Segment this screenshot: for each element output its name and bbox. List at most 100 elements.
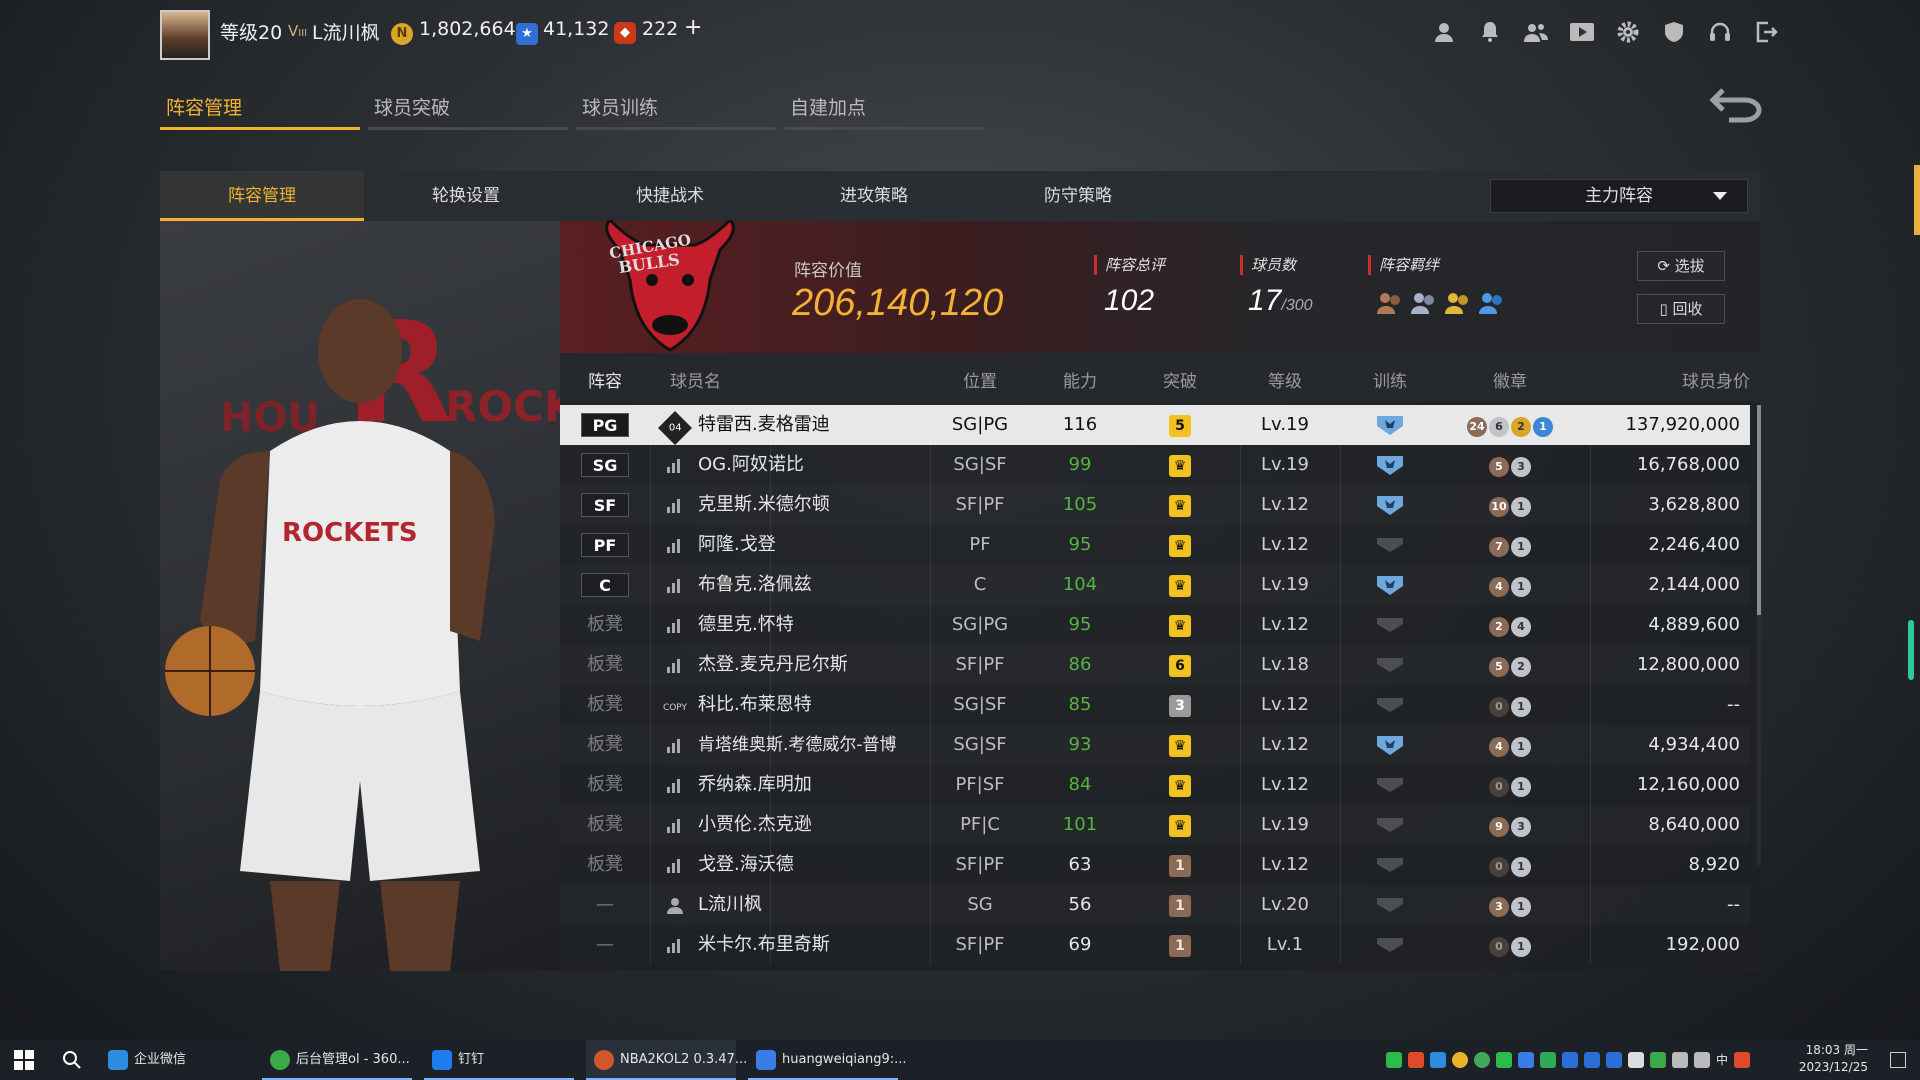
table-row[interactable]: 板凳 COPY 科比.布莱恩特 SG|SF 85 3 Lv.12 0 1 -- — [560, 685, 1750, 725]
training-icon[interactable] — [1340, 845, 1440, 885]
system-tray[interactable]: 中 — [1385, 1052, 1750, 1068]
lineup-slot[interactable]: 板凳 — [560, 725, 650, 765]
training-icon[interactable] — [1340, 565, 1440, 605]
table-row[interactable]: 板凳 肯塔维奥斯.考德威尔-普博 SG|SF 93 ♛ Lv.12 4 1 4,934,400 — [560, 725, 1750, 765]
player-name[interactable]: 布鲁克.洛佩兹 — [698, 565, 928, 605]
lineup-slot[interactable]: SG — [560, 445, 650, 485]
training-icon[interactable] — [1340, 445, 1440, 485]
tab-player-training[interactable]: 球员训练 — [576, 88, 776, 130]
table-row[interactable]: 板凳 乔纳森.库明加 PF|SF 84 ♛ Lv.12 0 1 12,160,000 — [560, 765, 1750, 805]
table-row[interactable]: — 米卡尔.布里奇斯 SF|PF 69 1 Lv.1 0 1 192,000 — [560, 925, 1750, 965]
friends-icon[interactable] — [1522, 18, 1550, 46]
video-icon[interactable] — [1568, 18, 1596, 46]
player-name[interactable]: OG.阿奴诺比 — [698, 445, 928, 485]
lineup-slot[interactable]: 板凳 — [560, 645, 650, 685]
taskbar-app-dingtalk[interactable]: 钉钉 — [424, 1040, 574, 1080]
tab-player-breakthrough[interactable]: 球员突破 — [368, 88, 568, 130]
breakthrough-badge[interactable]: 1 — [1130, 845, 1230, 885]
lineup-slot[interactable]: 板凳 — [560, 845, 650, 885]
headset-icon[interactable] — [1706, 18, 1734, 46]
training-icon[interactable] — [1340, 805, 1440, 845]
player-name[interactable]: 科比.布莱恩特 — [698, 685, 928, 725]
taskbar-app-browser[interactable]: 后台管理ol - 360... — [262, 1040, 412, 1080]
training-icon[interactable] — [1340, 645, 1440, 685]
badge-list[interactable]: 24 — [1440, 605, 1580, 645]
taskbar-app-chat[interactable]: huangweiqiang9:... — [748, 1040, 907, 1080]
table-row[interactable]: 板凳 德里克.怀特 SG|PG 95 ♛ Lv.12 2 4 4,889,600 — [560, 605, 1750, 645]
lineup-slot[interactable]: 板凳 — [560, 605, 650, 645]
lineup-slot[interactable]: C — [560, 565, 650, 605]
lineup-slot[interactable]: PF — [560, 525, 650, 565]
lineup-slot[interactable]: — — [560, 925, 650, 965]
training-icon[interactable] — [1340, 925, 1440, 965]
player-name[interactable]: 杰登.麦克丹尼尔斯 — [698, 645, 928, 685]
lineup-slot[interactable]: 板凳 — [560, 685, 650, 725]
training-icon[interactable] — [1340, 765, 1440, 805]
training-icon[interactable] — [1340, 605, 1440, 645]
badge-list[interactable]: 24 6 2 1 — [1440, 405, 1580, 445]
breakthrough-badge[interactable]: 1 — [1130, 885, 1230, 925]
lineup-slot[interactable]: 板凳 — [560, 765, 650, 805]
tab-custom-points[interactable]: 自建加点 — [784, 88, 984, 130]
lineup-slot[interactable]: 板凳 — [560, 805, 650, 845]
recycle-button[interactable]: ▯ 回收 — [1637, 294, 1725, 324]
badge-list[interactable]: 41 — [1440, 565, 1580, 605]
player-name[interactable]: 米卡尔.布里奇斯 — [698, 925, 928, 965]
gear-icon[interactable] — [1614, 18, 1642, 46]
back-arrow-icon[interactable] — [1709, 84, 1765, 124]
table-row[interactable]: SF 克里斯.米德尔顿 SF|PF 105 ♛ Lv.12 10 1 3,628,800 — [560, 485, 1750, 525]
breakthrough-badge[interactable]: 5 — [1130, 405, 1230, 445]
lineup-slot[interactable]: PG — [560, 405, 650, 445]
badge-list[interactable]: 93 — [1440, 805, 1580, 845]
player-name[interactable]: 德里克.怀特 — [698, 605, 928, 645]
lineup-dropdown[interactable]: 主力阵容 — [1490, 179, 1748, 213]
breakthrough-badge[interactable]: ♛ — [1130, 765, 1230, 805]
table-row[interactable]: PG 04 特雷西.麦格雷迪 SG|PG 116 5 Lv.19 24 6 2 1 137,920,0… — [560, 405, 1750, 445]
breakthrough-badge[interactable]: ♛ — [1130, 485, 1230, 525]
player-name[interactable]: 阿隆.戈登 — [698, 525, 928, 565]
table-scrollbar-thumb[interactable] — [1757, 405, 1761, 615]
bell-icon[interactable] — [1476, 18, 1504, 46]
draft-button[interactable]: ⟳ 选拔 — [1637, 251, 1725, 281]
player-name[interactable]: 肯塔维奥斯.考德威尔-普博 — [698, 725, 928, 765]
badge-list[interactable]: 53 — [1440, 445, 1580, 485]
table-row[interactable]: PF 阿隆.戈登 PF 95 ♛ Lv.12 7 1 2,246,400 — [560, 525, 1750, 565]
player-name[interactable]: L流川枫 — [698, 885, 928, 925]
subtab-lineup[interactable]: 阵容管理 — [160, 171, 364, 221]
table-row[interactable]: — L流川枫 SG 56 1 Lv.20 3 1 -- — [560, 885, 1750, 925]
table-row[interactable]: 板凳 小贾伦.杰克逊 PF|C 101 ♛ Lv.19 9 3 8,640,000 — [560, 805, 1750, 845]
search-icon[interactable] — [62, 1050, 82, 1074]
breakthrough-badge[interactable]: 6 — [1130, 645, 1230, 685]
table-row[interactable]: SG OG.阿奴诺比 SG|SF 99 ♛ Lv.19 5 3 16,768,000 — [560, 445, 1750, 485]
taskbar-clock[interactable]: 18:03 周一 2023/12/25 — [1799, 1042, 1868, 1076]
training-icon[interactable] — [1340, 685, 1440, 725]
bond-icons[interactable] — [1375, 290, 1505, 314]
training-icon[interactable] — [1340, 725, 1440, 765]
player-name[interactable]: 特雷西.麦格雷迪 — [698, 405, 928, 445]
table-row[interactable]: C 布鲁克.洛佩兹 C 104 ♛ Lv.19 4 1 2,144,000 — [560, 565, 1750, 605]
table-row[interactable]: 板凳 杰登.麦克丹尼尔斯 SF|PF 86 6 Lv.18 5 2 12,800,000 — [560, 645, 1750, 685]
avatar[interactable] — [160, 10, 210, 60]
table-row[interactable]: 板凳 戈登.海沃德 SF|PF 63 1 Lv.12 0 1 8,920 — [560, 845, 1750, 885]
badge-list[interactable]: 01 — [1440, 925, 1580, 965]
lineup-slot[interactable]: SF — [560, 485, 650, 525]
breakthrough-badge[interactable]: ♛ — [1130, 565, 1230, 605]
taskbar-app-wecom[interactable]: 企业微信 — [100, 1040, 250, 1080]
breakthrough-badge[interactable]: ♛ — [1130, 805, 1230, 845]
lineup-slot[interactable]: — — [560, 885, 650, 925]
subtab-offense-strategy[interactable]: 进攻策略 — [772, 171, 976, 221]
tab-lineup-management[interactable]: 阵容管理 — [160, 88, 360, 130]
badge-list[interactable]: 01 — [1440, 845, 1580, 885]
subtab-rotation[interactable]: 轮换设置 — [364, 171, 568, 221]
breakthrough-badge[interactable]: 3 — [1130, 685, 1230, 725]
breakthrough-badge[interactable]: ♛ — [1130, 445, 1230, 485]
breakthrough-badge[interactable]: ♛ — [1130, 605, 1230, 645]
badge-list[interactable]: 10 1 — [1440, 485, 1580, 525]
profile-icon[interactable] — [1430, 18, 1458, 46]
badge-list[interactable]: 01 — [1440, 765, 1580, 805]
player-name[interactable]: 克里斯.米德尔顿 — [698, 485, 928, 525]
taskbar-app-game[interactable]: NBA2KOL2 0.3.47... — [586, 1040, 747, 1080]
subtab-defense-strategy[interactable]: 防守策略 — [976, 171, 1180, 221]
notification-icon[interactable] — [1890, 1052, 1906, 1068]
badge-list[interactable]: 31 — [1440, 885, 1580, 925]
